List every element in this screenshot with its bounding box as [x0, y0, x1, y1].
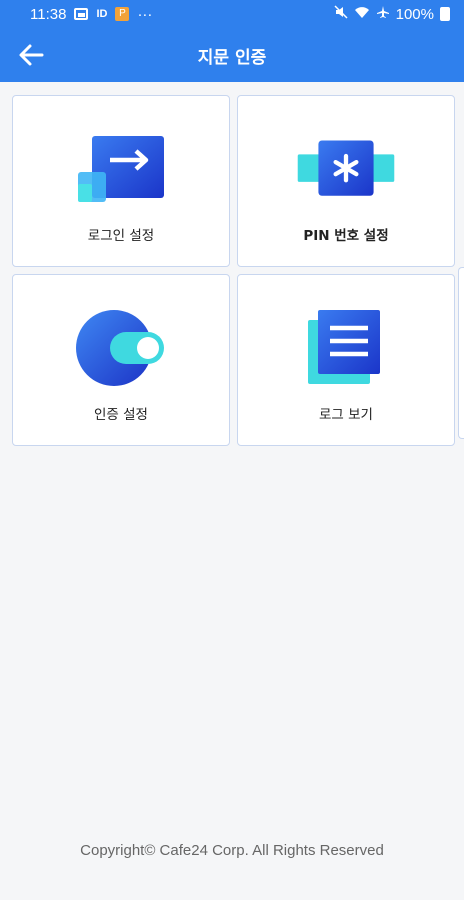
- app-notification-icon: P: [115, 7, 130, 21]
- asterisk-pin-icon: [296, 128, 396, 210]
- tag-icon: ID: [96, 8, 108, 20]
- tile-pin-settings[interactable]: PIN 번호 설정: [237, 95, 455, 267]
- image-icon: [74, 8, 89, 20]
- status-bar: 11:38 ID P ··· 100%: [0, 0, 464, 28]
- back-button[interactable]: [12, 36, 50, 74]
- status-time: 11:38: [30, 5, 67, 23]
- tile-label: 로그인 설정: [87, 228, 155, 244]
- offscreen-tile-edge: [458, 267, 464, 439]
- toggle-switch-icon: [71, 307, 171, 389]
- menu-grid: 로그인 설정 PIN 번호 설정 인증 설정 로그 보기: [12, 95, 455, 446]
- page-title: 지문 인증: [197, 47, 267, 68]
- airplane-icon: [376, 5, 390, 23]
- wifi-icon: [354, 5, 370, 23]
- copyright-footer: Copyright© Cafe24 Corp. All Rights Reser…: [80, 842, 384, 859]
- document-list-icon: [296, 307, 396, 389]
- battery-icon: [440, 7, 450, 21]
- arrow-left-icon: [19, 44, 44, 66]
- status-dots: ···: [137, 5, 153, 23]
- app-bar: 지문 인증: [0, 28, 464, 82]
- tile-label: PIN 번호 설정: [303, 228, 389, 244]
- tile-view-logs[interactable]: 로그 보기: [237, 274, 455, 446]
- tile-auth-settings[interactable]: 인증 설정: [12, 274, 230, 446]
- battery-level: 100%: [395, 5, 434, 23]
- login-arrow-icon: [71, 128, 171, 210]
- tile-label: 인증 설정: [94, 407, 148, 423]
- status-right: 100%: [334, 5, 450, 23]
- tile-login-settings[interactable]: 로그인 설정: [12, 95, 230, 267]
- tile-label: 로그 보기: [319, 407, 373, 423]
- status-left: 11:38 ID P ···: [30, 6, 152, 23]
- mute-icon: [334, 5, 348, 23]
